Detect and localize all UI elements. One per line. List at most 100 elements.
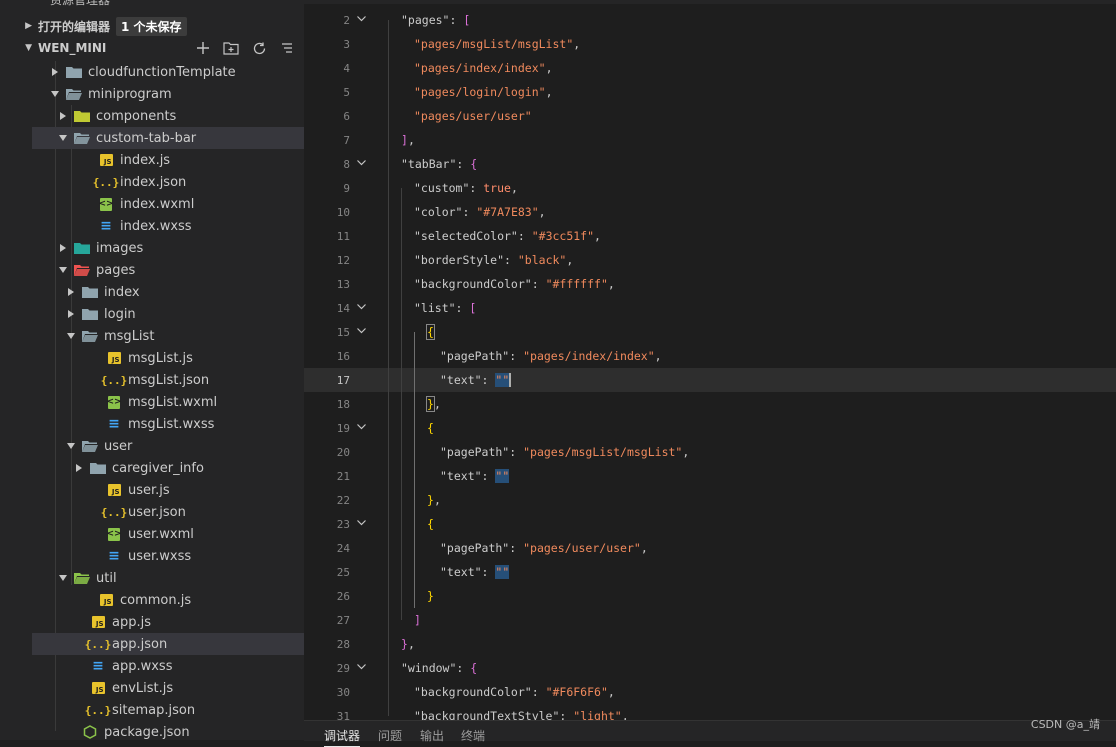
- fold-chevron-icon[interactable]: [357, 327, 367, 337]
- tree-item[interactable]: components: [32, 105, 304, 127]
- new-file-icon[interactable]: [194, 39, 212, 57]
- wxss-file-icon: ≡: [92, 658, 104, 674]
- fold-chevron-icon[interactable]: [357, 423, 367, 433]
- fold-chevron-icon[interactable]: [357, 15, 367, 25]
- chevron-right-icon[interactable]: [74, 463, 84, 473]
- tree-item[interactable]: index: [32, 281, 304, 303]
- tab-terminal[interactable]: 终端: [461, 727, 485, 744]
- tree-item[interactable]: miniprogram: [32, 83, 304, 105]
- tree-item-label: components: [96, 108, 177, 124]
- refresh-icon[interactable]: [250, 39, 268, 57]
- tree-item[interactable]: {..} sitemap.json: [32, 699, 304, 721]
- tree-item[interactable]: images: [32, 237, 304, 259]
- code-line[interactable]: 14 "list": [: [304, 296, 1116, 320]
- code-line[interactable]: 16 "pagePath": "pages/index/index",: [304, 344, 1116, 368]
- tree-item[interactable]: {..} user.json: [32, 501, 304, 523]
- chevron-down-icon[interactable]: [58, 265, 68, 275]
- code-line[interactable]: 28},: [304, 632, 1116, 656]
- tree-item[interactable]: msgList: [32, 325, 304, 347]
- tree-item[interactable]: util: [32, 567, 304, 589]
- code-line[interactable]: 24 "pagePath": "pages/user/user",: [304, 536, 1116, 560]
- tree-item[interactable]: login: [32, 303, 304, 325]
- line-number: 8: [343, 157, 350, 171]
- tab-output[interactable]: 输出: [420, 727, 444, 744]
- tree-item[interactable]: ≡ index.wxss: [32, 215, 304, 237]
- tree-item[interactable]: package.json: [32, 721, 304, 740]
- tree-item[interactable]: ≡ msgList.wxss: [32, 413, 304, 435]
- tree-item[interactable]: pages: [32, 259, 304, 281]
- chevron-right-icon[interactable]: [66, 309, 76, 319]
- tree-item[interactable]: custom-tab-bar: [32, 127, 304, 149]
- tree-item[interactable]: {..} msgList.json: [32, 369, 304, 391]
- chevron-down-icon[interactable]: [66, 441, 76, 451]
- code-line[interactable]: 20 "pagePath": "pages/msgList/msgList",: [304, 440, 1116, 464]
- code-line[interactable]: 21 "text": "": [304, 464, 1116, 488]
- code-text: {: [427, 421, 434, 435]
- code-line[interactable]: 18},: [304, 392, 1116, 416]
- line-number: 19: [336, 421, 350, 435]
- code-text: "window": {: [401, 661, 478, 675]
- project-section[interactable]: ▼ WEN_MINI: [0, 37, 304, 59]
- chevron-down-icon[interactable]: [58, 573, 68, 583]
- code-line[interactable]: 13 "backgroundColor": "#ffffff",: [304, 272, 1116, 296]
- tree-item[interactable]: JS index.js: [32, 149, 304, 171]
- tab-problems[interactable]: 问题: [378, 727, 402, 744]
- code-line[interactable]: 23 {: [304, 512, 1116, 536]
- tree-item[interactable]: ≡ user.wxss: [32, 545, 304, 567]
- code-line[interactable]: 2 "pages": [: [304, 8, 1116, 32]
- code-line[interactable]: 25 "text": "": [304, 560, 1116, 584]
- fold-chevron-icon[interactable]: [357, 663, 367, 673]
- collapse-all-icon[interactable]: [278, 39, 296, 57]
- tab-debugger[interactable]: 调试器: [324, 727, 361, 747]
- line-number: 6: [343, 109, 350, 123]
- code-line[interactable]: 3 "pages/msgList/msgList",: [304, 32, 1116, 56]
- tree-item[interactable]: cloudfunctionTemplate: [32, 61, 304, 83]
- code-line[interactable]: 8 "tabBar": {: [304, 152, 1116, 176]
- tree-item[interactable]: <> user.wxml: [32, 523, 304, 545]
- code-line[interactable]: 4 "pages/index/index",: [304, 56, 1116, 80]
- tree-item[interactable]: {..} app.json: [32, 633, 304, 655]
- code-line[interactable]: 9 "custom": true,: [304, 176, 1116, 200]
- tree-item[interactable]: JS app.js: [32, 611, 304, 633]
- code-line[interactable]: 11 "selectedColor": "#3cc51f",: [304, 224, 1116, 248]
- open-editors-section[interactable]: ▶ 打开的编辑器 1 个未保存: [0, 15, 304, 37]
- code-line[interactable]: 10 "color": "#7A7E83",: [304, 200, 1116, 224]
- chevron-right-icon[interactable]: [58, 243, 68, 253]
- code-line[interactable]: 12 "borderStyle": "black",: [304, 248, 1116, 272]
- tree-item[interactable]: <> index.wxml: [32, 193, 304, 215]
- code-text: "pages/index/index",: [414, 61, 553, 75]
- code-line[interactable]: 15 {: [304, 320, 1116, 344]
- code-line[interactable]: 6 "pages/user/user": [304, 104, 1116, 128]
- chevron-down-icon[interactable]: [58, 133, 68, 143]
- tree-item[interactable]: JS common.js: [32, 589, 304, 611]
- fold-chevron-icon[interactable]: [357, 159, 367, 169]
- tree-item[interactable]: {..} index.json: [32, 171, 304, 193]
- code-line[interactable]: 30 "backgroundColor": "#F6F6F6",: [304, 680, 1116, 704]
- code-line[interactable]: 5 "pages/login/login",: [304, 80, 1116, 104]
- code-line[interactable]: 7],: [304, 128, 1116, 152]
- code-text: },: [401, 637, 415, 651]
- code-line[interactable]: 19 {: [304, 416, 1116, 440]
- code-line[interactable]: 29 "window": {: [304, 656, 1116, 680]
- code-line[interactable]: 26}: [304, 584, 1116, 608]
- chevron-down-icon[interactable]: [66, 331, 76, 341]
- code-editor[interactable]: 2 "pages": [3 "pages/msgList/msgList", 4 "pa…: [304, 0, 1116, 720]
- tree-item[interactable]: <> msgList.wxml: [32, 391, 304, 413]
- new-folder-icon[interactable]: [222, 39, 240, 57]
- chevron-down-icon[interactable]: [50, 89, 60, 99]
- tree-item[interactable]: JS user.js: [32, 479, 304, 501]
- tree-item[interactable]: user: [32, 435, 304, 457]
- code-line[interactable]: 27]: [304, 608, 1116, 632]
- chevron-right-icon[interactable]: [66, 287, 76, 297]
- code-line[interactable]: 31 "backgroundTextStyle": "light",: [304, 704, 1116, 720]
- fold-chevron-icon[interactable]: [357, 303, 367, 313]
- tree-item[interactable]: caregiver_info: [32, 457, 304, 479]
- tree-item[interactable]: ≡ app.wxss: [32, 655, 304, 677]
- tree-item[interactable]: JS msgList.js: [32, 347, 304, 369]
- chevron-right-icon[interactable]: [50, 67, 60, 77]
- code-line[interactable]: 22},: [304, 488, 1116, 512]
- chevron-right-icon[interactable]: [58, 111, 68, 121]
- tree-item[interactable]: JS envList.js: [32, 677, 304, 699]
- code-line[interactable]: 17 "text": "": [304, 368, 1116, 392]
- fold-chevron-icon[interactable]: [357, 519, 367, 529]
